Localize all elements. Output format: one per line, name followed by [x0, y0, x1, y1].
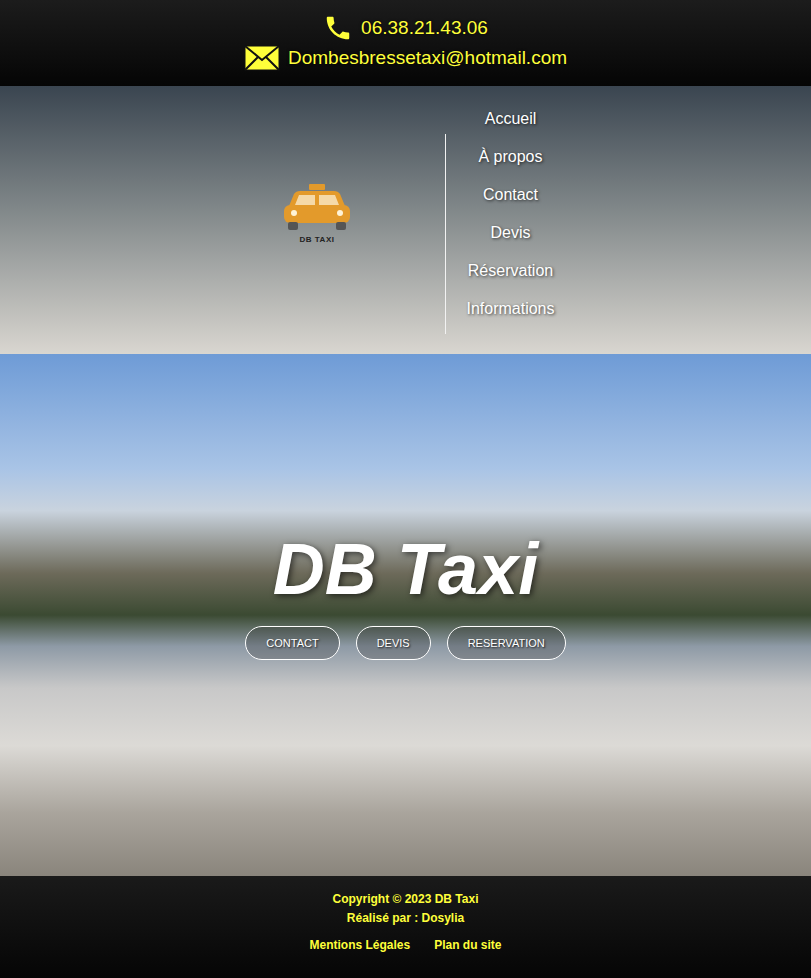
credit-text: Réalisé par : Dosylia [347, 909, 464, 928]
copyright-text: Copyright © 2023 DB Taxi [333, 890, 479, 909]
phone-line[interactable]: 06.38.21.43.06 [323, 13, 488, 43]
nav-item[interactable]: À propos [446, 138, 576, 176]
site-logo[interactable]: DB TAXI [280, 182, 355, 246]
email-line[interactable]: Dombesbressetaxi@hotmail.com [244, 43, 567, 73]
hero-button[interactable]: DEVIS [356, 626, 431, 660]
main-nav: AccueilÀ proposContactDevisRéservationIn… [446, 86, 576, 328]
logo-text: DB TAXI [300, 234, 335, 246]
hero-buttons: CONTACT DEVIS RESERVATION [245, 626, 565, 660]
hero-title: DB Taxi [273, 529, 538, 609]
nav-divider [445, 134, 446, 334]
nav-item[interactable]: Accueil [446, 100, 576, 138]
footer-link[interactable]: Mentions Légales [309, 936, 410, 954]
hero-button[interactable]: CONTACT [245, 626, 339, 660]
site-footer: Copyright © 2023 DB TaxiRéalisé par : Do… [0, 876, 811, 978]
taxi-icon [280, 182, 354, 232]
email-address[interactable]: Dombesbressetaxi@hotmail.com [288, 43, 567, 73]
nav-item[interactable]: Réservation [446, 252, 576, 290]
envelope-icon [244, 45, 280, 71]
nav-item[interactable]: Devis [446, 214, 576, 252]
phone-number[interactable]: 06.38.21.43.06 [361, 13, 488, 43]
nav-item[interactable]: Contact [446, 176, 576, 214]
hero-banner: DB Taxi CONTACT DEVIS RESERVATION [0, 354, 811, 876]
phone-icon [323, 13, 353, 43]
nav-item[interactable]: Informations [446, 290, 576, 328]
footer-links: Mentions Légales Plan du site [309, 936, 501, 954]
footer-link[interactable]: Plan du site [434, 936, 501, 954]
hero-button[interactable]: RESERVATION [447, 626, 566, 660]
site-header: DB TAXI AccueilÀ proposContactDevisRéserv… [0, 86, 811, 354]
contact-bar: 06.38.21.43.06Dombesbressetaxi@hotmail.c… [0, 0, 811, 86]
